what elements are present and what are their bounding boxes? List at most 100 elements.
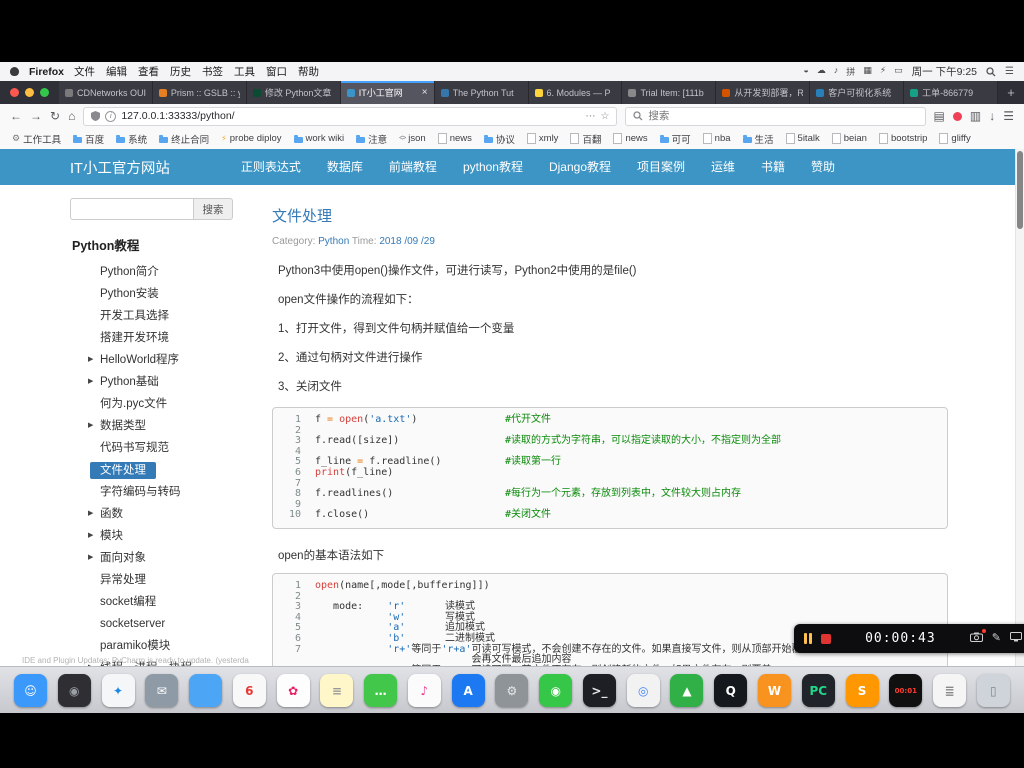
dock-recorder[interactable]: 00:01 [889, 674, 923, 707]
dock-messages[interactable]: … [364, 674, 398, 707]
bookmark-1[interactable]: 百度 [73, 132, 104, 146]
site-nav-7[interactable]: 书籍 [748, 149, 798, 185]
display-icon[interactable] [1010, 632, 1022, 645]
site-nav-4[interactable]: Django教程 [536, 149, 624, 185]
notification-center-icon[interactable]: ☰ [1005, 66, 1014, 77]
back-button[interactable]: ← [10, 110, 22, 122]
site-nav-5[interactable]: 项目案例 [624, 149, 698, 185]
tab-6[interactable]: Trial Item: [111b [622, 81, 717, 104]
dock-maps[interactable]: ▲ [670, 674, 704, 707]
sidebar-item-0[interactable]: Python简介 [70, 261, 260, 283]
sidebar-item-6[interactable]: 何为.pyc文件 [70, 393, 260, 415]
sidebar-item-12[interactable]: ▶ 模块 [70, 525, 260, 547]
site-nav-0[interactable]: 正则表达式 [228, 149, 314, 185]
sidebar-item-1[interactable]: Python安装 [70, 283, 260, 305]
dock-launchpad[interactable]: ◉ [57, 674, 91, 707]
bookmark-12[interactable]: news [613, 133, 648, 144]
bookmark-19[interactable]: gliffy [939, 133, 971, 144]
menubar-menu-2[interactable]: 查看 [138, 64, 159, 79]
sidebar-item-11[interactable]: ▶ 函数 [70, 503, 260, 525]
sidebar-item-5[interactable]: ▶ Python基础 [70, 371, 260, 393]
bookmark-9[interactable]: 协议 [483, 132, 515, 146]
url-bar[interactable]: i ⋯ ☆ [83, 106, 618, 126]
zoom-window-button[interactable] [40, 88, 49, 97]
scrollbar-thumb[interactable] [1017, 151, 1023, 229]
dock-textedit[interactable]: ≣ [933, 674, 967, 707]
dock-wechat[interactable]: W [758, 674, 792, 707]
site-nav-6[interactable]: 运维 [698, 149, 748, 185]
pause-button[interactable] [804, 633, 812, 644]
tab-close-icon[interactable]: × [422, 87, 428, 98]
volume-icon[interactable]: ♪ [834, 65, 839, 78]
minimize-window-button[interactable] [25, 88, 34, 97]
bookmark-13[interactable]: 可可 [659, 132, 691, 146]
bookmark-18[interactable]: bootstrip [878, 133, 927, 144]
forward-button[interactable]: → [30, 110, 42, 122]
site-nav-1[interactable]: 数据库 [314, 149, 376, 185]
bookmark-8[interactable]: news [437, 133, 472, 144]
menu-icon[interactable]: ☰ [1003, 110, 1014, 122]
sidebar-item-3[interactable]: 搭建开发环境 [70, 327, 260, 349]
dock-appstore[interactable]: A [451, 674, 485, 707]
tab-7[interactable]: 从开发到部署，R [716, 81, 811, 104]
sidebar-item-2[interactable]: 开发工具选择 [70, 305, 260, 327]
wifi-icon[interactable]: ⚡ [880, 65, 886, 78]
apple-menu-icon[interactable] [10, 67, 19, 76]
spotlight-icon[interactable] [986, 66, 996, 77]
tab-3[interactable]: IT小工官网 × [340, 81, 435, 104]
new-tab-button[interactable]: + [998, 81, 1024, 104]
site-nav-8[interactable]: 赞助 [798, 149, 848, 185]
bookmark-6[interactable]: 注意 [356, 132, 387, 146]
dock-pycharm[interactable]: PC [801, 674, 835, 707]
sync-icon[interactable]: ◒ [803, 65, 808, 78]
sidebar-toggle-icon[interactable]: ▥ [970, 110, 981, 122]
sidebar-item-7[interactable]: ▶ 数据类型 [70, 415, 260, 437]
dock-trash[interactable]: ▯ [976, 674, 1010, 707]
site-info-icon[interactable]: i [105, 110, 117, 122]
dock-chrome[interactable]: ◎ [626, 674, 660, 707]
home-button[interactable]: ⌂ [68, 110, 75, 122]
sidebar-item-4[interactable]: ▶ HelloWorld程序 [70, 349, 260, 371]
browser-search-field[interactable] [625, 106, 926, 126]
menubar-menu-0[interactable]: 文件 [74, 64, 95, 79]
bookmark-16[interactable]: 5italk [785, 133, 820, 144]
input-method-icon[interactable]: 拼 [846, 65, 855, 78]
sidebar-item-14[interactable]: 异常处理 [70, 569, 260, 591]
cloud-icon[interactable]: ☁ [817, 65, 826, 78]
bookmark-10[interactable]: xmly [526, 133, 558, 144]
sidebar-search-input[interactable] [70, 198, 193, 220]
sidebar-item-15[interactable]: socket编程 [70, 591, 260, 613]
dock-settings[interactable]: ⚙ [495, 674, 529, 707]
dock-terminal[interactable]: >_ [582, 674, 616, 707]
bookmark-5[interactable]: work wiki [293, 133, 344, 144]
bookmark-11[interactable]: 百翻 [570, 132, 601, 146]
dock-mail[interactable]: ✉ [145, 674, 179, 707]
site-nav-3[interactable]: python教程 [450, 149, 536, 185]
dock-calendar[interactable]: 6 [232, 674, 266, 707]
pocket-icon[interactable] [952, 111, 962, 121]
stop-button[interactable] [821, 633, 831, 644]
dock-facetime[interactable]: ◉ [539, 674, 573, 707]
menubar-menu-5[interactable]: 工具 [234, 64, 255, 79]
sidebar-item-13[interactable]: ▶ 面向对象 [70, 547, 260, 569]
search-input[interactable] [648, 110, 918, 122]
bookmark-14[interactable]: nba [702, 133, 731, 144]
bookmark-15[interactable]: 生活 [742, 132, 774, 146]
tab-9[interactable]: 工单-866779 [904, 81, 998, 104]
app-menu-title[interactable]: Firefox [29, 66, 64, 78]
category-link[interactable]: Python [318, 236, 349, 247]
reload-button[interactable]: ↻ [50, 110, 60, 122]
sidebar-item-10[interactable]: 字符编码与转码 [70, 481, 260, 503]
page-actions-icon[interactable]: ⋯ [585, 111, 595, 122]
tab-0[interactable]: CDNetworks OUI: d [59, 81, 153, 104]
bookmark-2[interactable]: 系统 [116, 132, 147, 146]
dock-sublime[interactable]: S [845, 674, 879, 707]
page-scrollbar[interactable] [1015, 149, 1024, 666]
menubar-menu-1[interactable]: 编辑 [106, 64, 127, 79]
display-icon[interactable]: ▦ [863, 65, 872, 78]
menubar-menu-7[interactable]: 帮助 [298, 64, 319, 79]
bookmark-7[interactable]: <> json [399, 133, 426, 144]
menubar-menu-6[interactable]: 窗口 [266, 64, 287, 79]
downloads-icon[interactable]: ↓ [989, 110, 995, 122]
sidebar-item-16[interactable]: socketserver [70, 613, 260, 635]
